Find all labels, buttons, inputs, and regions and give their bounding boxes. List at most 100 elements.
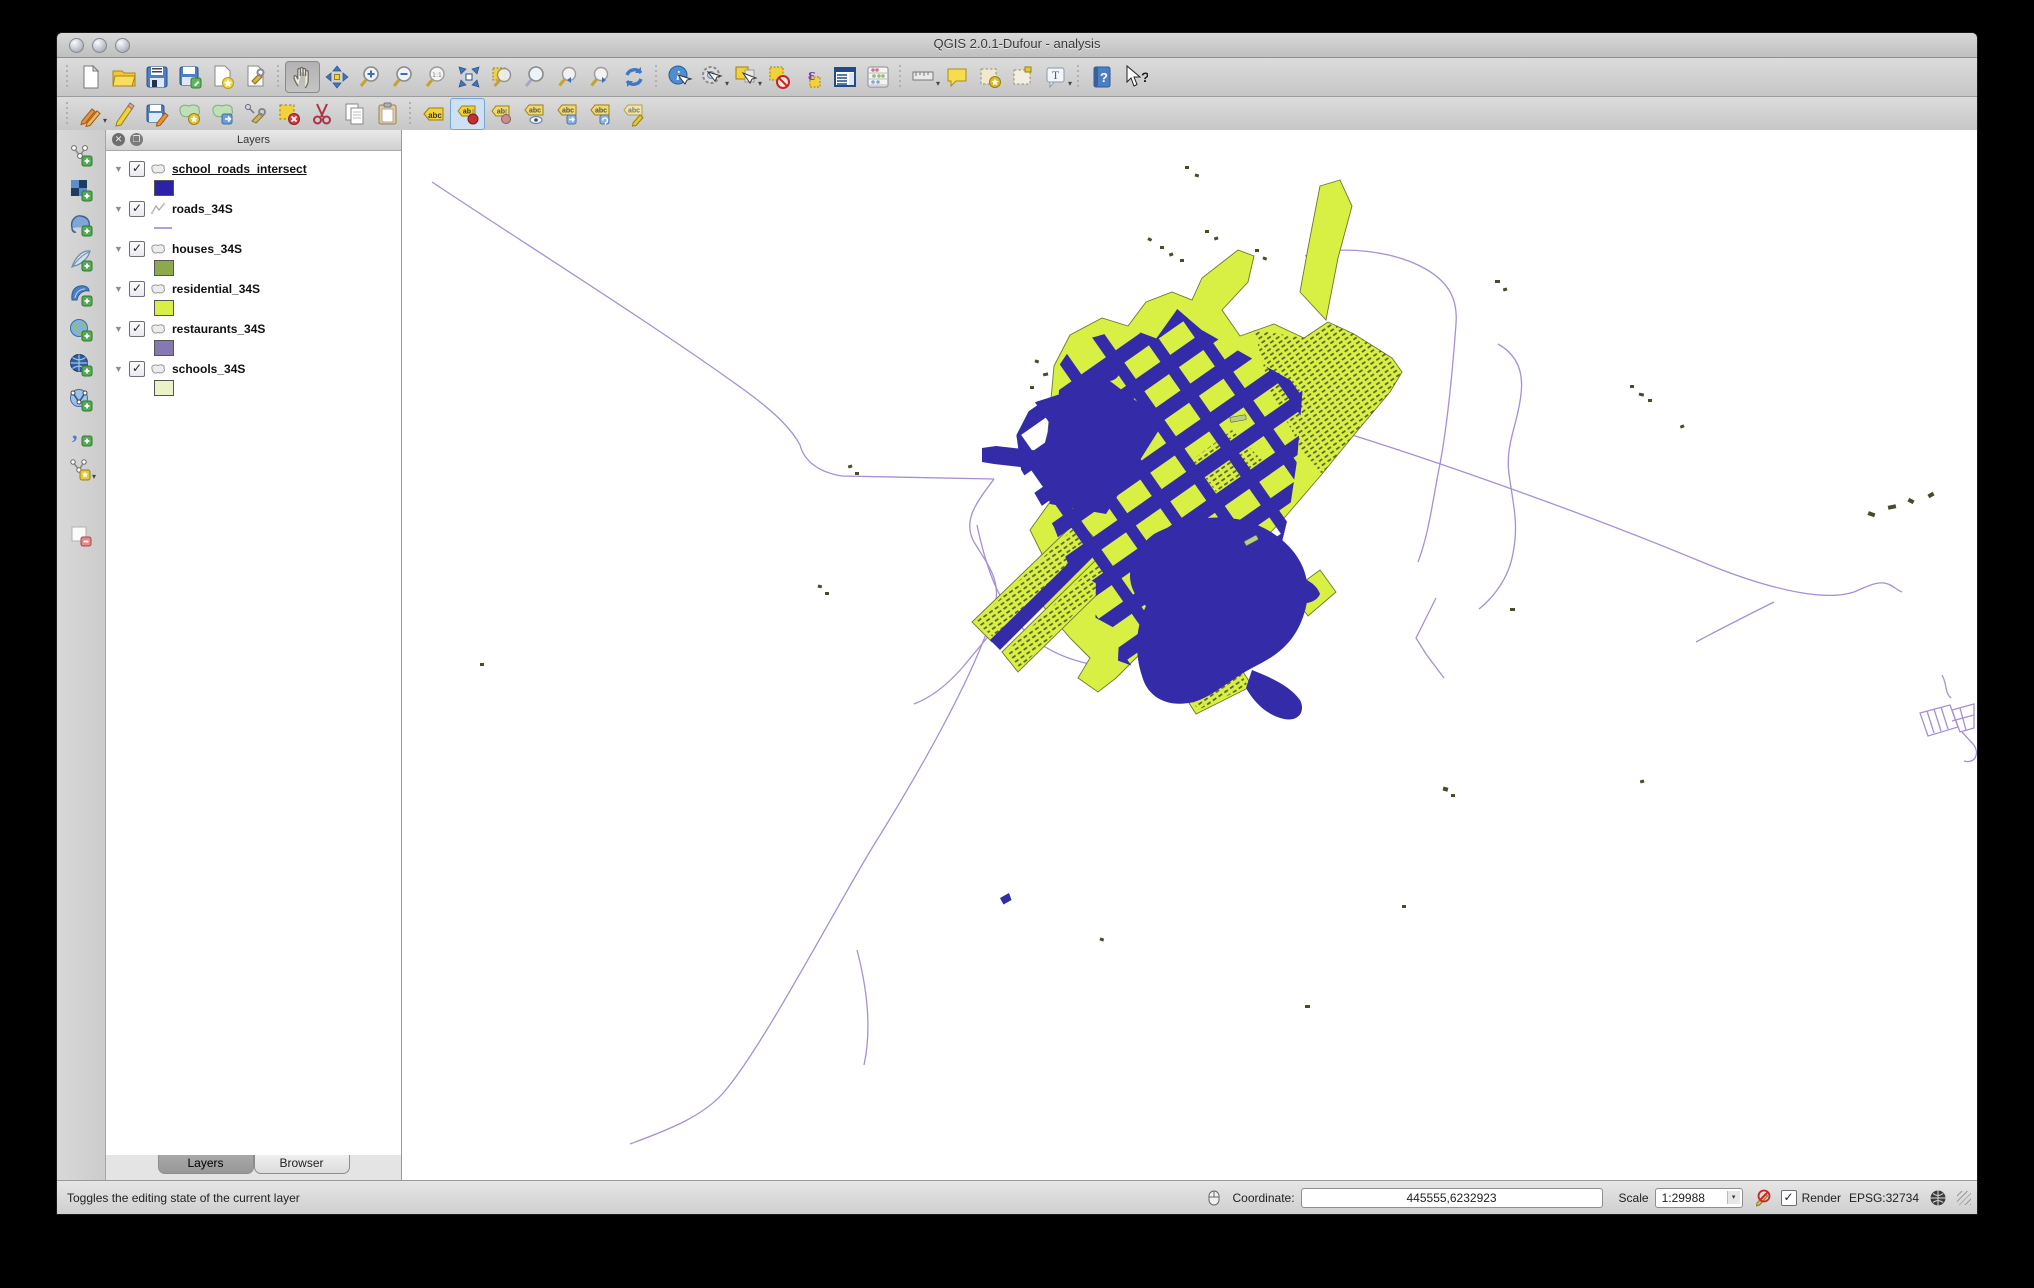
- tab-layers[interactable]: Layers: [158, 1155, 254, 1174]
- layer-item-houses-34s[interactable]: ▼✓houses_34S: [106, 237, 401, 277]
- layer-item-restaurants-34s[interactable]: ▼✓restaurants_34S: [106, 317, 401, 357]
- layer-swatch[interactable]: [154, 300, 174, 316]
- zoom-in-button[interactable]: [353, 62, 386, 92]
- expand-triangle-icon[interactable]: ▼: [114, 164, 124, 174]
- move-feature-button[interactable]: [206, 99, 239, 129]
- label-move-button[interactable]: abc: [551, 99, 584, 129]
- label-visibility-button[interactable]: abc: [518, 99, 551, 129]
- layer-swatch[interactable]: [154, 380, 174, 396]
- add-raster-layer-button[interactable]: [66, 175, 96, 205]
- panel-close-button[interactable]: ✕: [112, 133, 125, 146]
- layer-visibility-checkbox[interactable]: ✓: [129, 321, 145, 337]
- label-rotate-button[interactable]: abc: [584, 99, 617, 129]
- new-composer-button[interactable]: [206, 62, 239, 92]
- main-toolbar: 1:1 i ▾ ▾ ε ▾ T▾ ? ?: [57, 58, 1977, 97]
- zoom-next-button[interactable]: [584, 62, 617, 92]
- layer-swatch[interactable]: [154, 227, 172, 229]
- pan-to-selection-button[interactable]: [320, 62, 353, 92]
- copy-features-button[interactable]: [338, 99, 371, 129]
- layer-visibility-checkbox[interactable]: ✓: [129, 161, 145, 177]
- expand-triangle-icon[interactable]: ▼: [114, 284, 124, 294]
- add-wcs-layer-button[interactable]: [66, 350, 96, 380]
- add-delimited-text-button[interactable]: ,: [66, 420, 96, 450]
- expand-triangle-icon[interactable]: ▼: [114, 204, 124, 214]
- layer-visibility-checkbox[interactable]: ✓: [129, 281, 145, 297]
- render-checkbox[interactable]: ✓: [1781, 1190, 1797, 1206]
- stop-render-button[interactable]: [1751, 1187, 1773, 1209]
- expand-triangle-icon[interactable]: ▼: [114, 244, 124, 254]
- layer-swatch[interactable]: [154, 340, 174, 356]
- cut-features-button[interactable]: [305, 99, 338, 129]
- whats-this-button[interactable]: ?: [1118, 62, 1151, 92]
- composer-manager-button[interactable]: [239, 62, 272, 92]
- current-edits-button[interactable]: ▾: [74, 99, 107, 129]
- resize-grip[interactable]: [1957, 1191, 1971, 1205]
- add-feature-button[interactable]: [173, 99, 206, 129]
- label-properties-button[interactable]: abc: [617, 99, 650, 129]
- layer-item-schools-34s[interactable]: ▼✓schools_34S: [106, 357, 401, 397]
- panel-float-button[interactable]: ❐: [130, 133, 143, 146]
- zoom-last-button[interactable]: [551, 62, 584, 92]
- zoom-full-button[interactable]: [452, 62, 485, 92]
- add-mssql-layer-button[interactable]: [66, 280, 96, 310]
- save-project-as-button[interactable]: [173, 62, 206, 92]
- layer-swatch[interactable]: [154, 180, 174, 196]
- labeling-button[interactable]: abc: [417, 99, 450, 129]
- deselect-features-button[interactable]: [762, 62, 795, 92]
- zoom-to-layer-button[interactable]: [518, 62, 551, 92]
- help-button[interactable]: ?: [1085, 62, 1118, 92]
- toolbar-handle[interactable]: [63, 102, 72, 126]
- show-bookmarks-button[interactable]: [1006, 62, 1039, 92]
- tab-browser[interactable]: Browser: [254, 1155, 350, 1174]
- select-expression-button[interactable]: ε: [795, 62, 828, 92]
- coordinate-input[interactable]: 445555,6232923: [1301, 1188, 1603, 1208]
- node-tool-button[interactable]: [239, 99, 272, 129]
- save-project-button[interactable]: [140, 62, 173, 92]
- layer-item-residential-34s[interactable]: ▼✓residential_34S: [106, 277, 401, 317]
- add-spatialite-layer-button[interactable]: [66, 245, 96, 275]
- field-calculator-button[interactable]: [861, 62, 894, 92]
- toolbar-handle[interactable]: [63, 65, 72, 89]
- attribute-table-button[interactable]: [828, 62, 861, 92]
- add-wms-layer-button[interactable]: [66, 315, 96, 345]
- select-features-button[interactable]: ▾: [729, 62, 762, 92]
- pan-map-button[interactable]: [285, 61, 320, 93]
- combo-arrow-icon[interactable]: ▾: [1727, 1191, 1740, 1204]
- crs-status-button[interactable]: [1927, 1187, 1949, 1209]
- add-postgis-layer-button[interactable]: [66, 210, 96, 240]
- open-project-button[interactable]: [107, 62, 140, 92]
- zoom-out-button[interactable]: [386, 62, 419, 92]
- refresh-button[interactable]: [617, 62, 650, 92]
- scale-combo[interactable]: 1:29988▾: [1655, 1188, 1743, 1208]
- new-project-button[interactable]: [74, 62, 107, 92]
- save-edits-button[interactable]: [140, 99, 173, 129]
- coordinate-toggle-button[interactable]: [1203, 1187, 1225, 1209]
- delete-selected-button[interactable]: [272, 99, 305, 129]
- new-bookmark-button[interactable]: [973, 62, 1006, 92]
- zoom-native-button[interactable]: 1:1: [419, 62, 452, 92]
- map-canvas[interactable]: [402, 130, 1977, 1181]
- remove-layer-button[interactable]: [66, 521, 96, 551]
- zoom-to-selection-button[interactable]: [485, 62, 518, 92]
- feature-action-button[interactable]: ▾: [696, 62, 729, 92]
- text-annotation-button[interactable]: T▾: [1039, 62, 1072, 92]
- layer-visibility-checkbox[interactable]: ✓: [129, 201, 145, 217]
- identify-button[interactable]: i: [663, 62, 696, 92]
- layer-item-roads-34s[interactable]: ▼✓roads_34S: [106, 197, 401, 237]
- label-hold-button[interactable]: ab: [485, 99, 518, 129]
- add-wfs-layer-button[interactable]: [66, 385, 96, 415]
- toggle-editing-button[interactable]: [107, 99, 140, 129]
- layer-swatch[interactable]: [154, 260, 174, 276]
- add-vector-layer-button[interactable]: [66, 140, 96, 170]
- expand-triangle-icon[interactable]: ▼: [114, 324, 124, 334]
- paste-features-button[interactable]: [371, 99, 404, 129]
- measure-button[interactable]: ▾: [907, 62, 940, 92]
- layer-item-school-roads-intersect[interactable]: ▼✓school_roads_intersect: [106, 157, 401, 197]
- layer-visibility-checkbox[interactable]: ✓: [129, 361, 145, 377]
- label-pin-button[interactable]: ab: [450, 98, 485, 130]
- new-shapefile-layer-button[interactable]: ▾: [66, 455, 96, 485]
- expand-triangle-icon[interactable]: ▼: [114, 364, 124, 374]
- field-calculator-icon: [865, 64, 891, 90]
- layer-visibility-checkbox[interactable]: ✓: [129, 241, 145, 257]
- map-tips-button[interactable]: [940, 62, 973, 92]
